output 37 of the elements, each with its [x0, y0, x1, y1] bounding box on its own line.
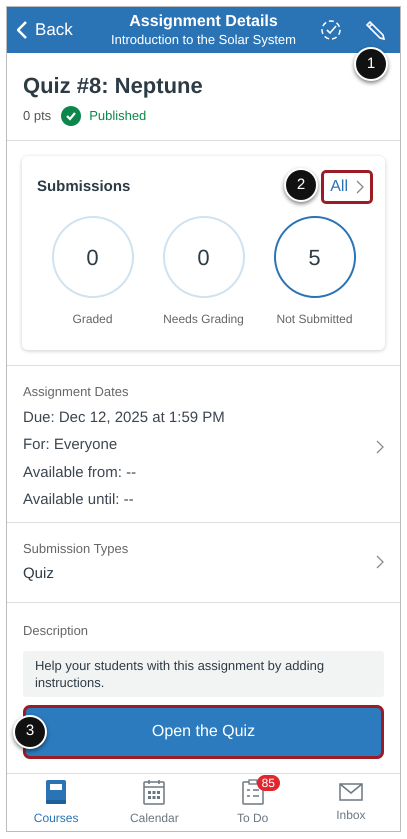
back-button[interactable]: Back — [17, 17, 97, 43]
pencil-icon[interactable] — [364, 19, 386, 41]
count-badge: 85 — [256, 774, 280, 790]
chevron-right-icon — [376, 440, 384, 454]
submission-type-value: Quiz — [23, 564, 55, 584]
tab-bar-item[interactable]: Inbox — [310, 782, 391, 824]
header-title: Assignment Details — [129, 12, 278, 32]
callout-number: 1 — [354, 47, 388, 81]
date-row-text: For: Everyone — [23, 435, 118, 455]
date-row-text: Available until: -- — [23, 490, 134, 510]
section-heading: Description — [23, 622, 88, 638]
publish-check-icon[interactable] — [320, 19, 342, 41]
section-heading: Submission Types — [23, 540, 130, 558]
callout-number: 2 — [284, 168, 318, 202]
status-text: Published — [89, 107, 146, 126]
description-box: Help your students with this assignment by adding instructions. — [23, 650, 384, 696]
calendar-icon — [143, 778, 166, 804]
clipboard-icon — [242, 778, 264, 804]
all-link[interactable]: All — [321, 170, 373, 204]
tab-bar-item[interactable]: Courses — [16, 778, 96, 826]
stat-label: Graded — [72, 311, 113, 328]
envelope-icon — [338, 782, 363, 802]
chevron-right-icon — [356, 180, 364, 194]
book-icon — [45, 778, 68, 804]
tab-bar-item[interactable]: Calendar — [114, 778, 194, 826]
chevron-left-icon — [17, 21, 27, 39]
date-row-text: Available from: -- — [23, 462, 136, 482]
stat-label: Needs Grading — [163, 311, 244, 328]
submissions-title: Submissions — [37, 176, 130, 197]
header-subtitle: Introduction to the Solar System — [111, 32, 296, 48]
chevron-right-icon — [376, 555, 384, 569]
section-heading: Assignment Dates — [23, 383, 130, 401]
stat-label: Not Submitted — [276, 311, 353, 328]
callout-number: 3 — [13, 714, 47, 748]
assignment-title: Quiz #8: Neptune — [23, 72, 204, 100]
date-row-text: Due: Dec 12, 2025 at 1:59 PM — [23, 408, 225, 428]
points-text: 0 pts — [23, 107, 52, 126]
